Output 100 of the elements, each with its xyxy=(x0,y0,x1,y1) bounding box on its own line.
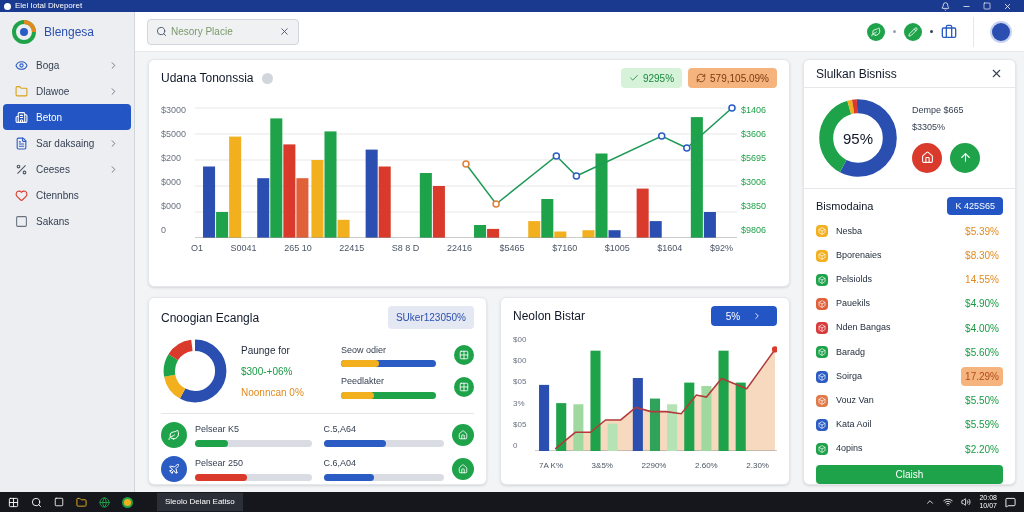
status-icon[interactable] xyxy=(452,424,474,446)
sidebar-item[interactable]: Ctennbns xyxy=(3,182,131,208)
sidebar-item[interactable]: Beton xyxy=(3,104,131,130)
percent-icon xyxy=(15,162,28,176)
axis-label: 0 xyxy=(161,224,167,238)
list-row[interactable]: Vouz Van $5.50% xyxy=(816,388,1003,413)
home-icon[interactable] xyxy=(912,142,942,173)
axis-label: $5000 xyxy=(161,128,188,142)
list-row[interactable]: Nesba $5.39% xyxy=(816,219,1003,244)
card-title: Udana Tononssia xyxy=(161,70,254,87)
task-view-icon[interactable] xyxy=(54,497,64,507)
metric-label: Pelsear 250 xyxy=(195,457,245,471)
card-title: Neolon Bistar xyxy=(513,308,586,325)
globe-icon[interactable] xyxy=(99,496,110,508)
list-row[interactable]: Pauekils $4.90% xyxy=(816,291,1003,317)
maximize-icon[interactable] xyxy=(983,1,991,10)
axis-label: 22416 xyxy=(446,242,472,255)
notifications-icon[interactable] xyxy=(1005,496,1016,508)
plane-icon[interactable] xyxy=(161,456,187,482)
notification-icon[interactable] xyxy=(941,1,950,11)
chart-bar xyxy=(573,404,584,451)
wifi-icon[interactable] xyxy=(943,497,954,507)
list-row[interactable]: Soirga 17.29% xyxy=(816,364,1003,389)
axis-label: $000 xyxy=(161,176,183,190)
chart-bar xyxy=(607,423,618,451)
axis-label: $7160 xyxy=(552,242,578,255)
list-row[interactable]: Baradg $5.60% xyxy=(816,340,1003,365)
leaf-icon[interactable] xyxy=(867,22,885,41)
search-icon xyxy=(156,26,167,37)
chart-bar xyxy=(667,404,678,451)
row-value: $4.00% xyxy=(964,321,1000,336)
app-name: Blengesa xyxy=(44,24,95,41)
list-row[interactable]: Pelsiolds 14.55% xyxy=(816,267,1003,292)
row-name: Nesba xyxy=(836,224,863,238)
document-icon xyxy=(15,136,28,150)
data-point xyxy=(552,152,561,160)
axis-label: 3% xyxy=(513,397,526,410)
amount: $3305% xyxy=(912,121,947,135)
axis-label: $00 xyxy=(513,355,528,368)
axis-label: 7A K% xyxy=(539,460,563,472)
chart-bar xyxy=(735,382,746,451)
data-point xyxy=(572,172,581,180)
volume-icon[interactable] xyxy=(961,497,972,507)
pencil-icon[interactable] xyxy=(904,22,922,41)
search-input[interactable]: Nesory Placie xyxy=(171,24,275,39)
panel-title: Slulkan Bisniss xyxy=(816,65,897,83)
taskbar-app[interactable]: Sleolo Deian Eatiso xyxy=(157,493,243,511)
row-name: Nden Bangas xyxy=(836,321,892,335)
axis-label: $3006 xyxy=(741,176,768,190)
list-row[interactable]: Bporenaies $8.30% xyxy=(816,243,1003,268)
filter-button[interactable]: K 425S65 xyxy=(947,197,1003,216)
row-name: Pauekils xyxy=(836,297,872,311)
building-icon xyxy=(15,110,28,124)
list-row[interactable]: 4opins $2.20% xyxy=(816,437,1003,462)
chart-icon[interactable] xyxy=(454,345,474,366)
avatar[interactable] xyxy=(990,20,1012,43)
status-icon[interactable] xyxy=(452,458,474,480)
row-value: $5.59% xyxy=(964,418,1000,433)
row-value: $8.30% xyxy=(964,249,1000,264)
sidebar-item[interactable]: Sakans xyxy=(3,208,131,234)
clear-icon[interactable] xyxy=(279,26,290,37)
summary-badge: SUker123050% xyxy=(387,306,474,329)
row-value: $5.39% xyxy=(964,224,1000,239)
sidebar-item[interactable]: Ceeses xyxy=(3,156,131,182)
row-value: 17.29% xyxy=(961,367,1003,386)
axis-label: 265 10 xyxy=(284,242,312,255)
row-value: $2.20% xyxy=(964,442,1000,457)
stat-badge: 579,105.09% xyxy=(688,68,777,88)
row-value: $4.90% xyxy=(964,297,1000,312)
sidebar-item[interactable]: Dlawoe xyxy=(3,78,131,104)
arrow-up-icon[interactable] xyxy=(950,142,980,173)
period-button[interactable]: 5% xyxy=(711,306,777,326)
tray-chevron-icon[interactable] xyxy=(925,497,936,507)
start-icon[interactable] xyxy=(8,496,19,508)
browser-icon[interactable] xyxy=(122,496,133,508)
data-point xyxy=(728,104,736,112)
donut-chart xyxy=(161,337,229,405)
briefcase-icon[interactable] xyxy=(941,23,957,40)
list-row[interactable]: Kata Aoil $5.59% xyxy=(816,412,1003,437)
sidebar-item[interactable]: Sar daksaing xyxy=(3,130,131,156)
axis-label: $3000 xyxy=(161,104,188,117)
close-icon[interactable] xyxy=(1003,1,1012,11)
legend-text: $300-+06% xyxy=(241,364,294,379)
search-icon[interactable] xyxy=(31,496,42,508)
chart-bar xyxy=(539,384,550,451)
axis-label: $9806 xyxy=(741,224,768,238)
axis-label: $1005 xyxy=(604,242,630,255)
folder-icon[interactable] xyxy=(76,496,87,508)
axis-label: 2.60% xyxy=(695,460,718,472)
list-row[interactable]: Nden Bangas $4.00% xyxy=(816,316,1003,341)
data-point xyxy=(462,160,470,168)
sidebar-item[interactable]: Boga xyxy=(3,52,131,78)
row-name: Kata Aoil xyxy=(836,418,873,432)
stat-badge: 9295% xyxy=(620,68,683,88)
axis-label: 0 xyxy=(513,439,519,452)
chart-bar xyxy=(649,398,661,451)
search-field[interactable]: Nesory Placie xyxy=(147,18,299,45)
chart-icon[interactable] xyxy=(454,376,474,397)
axis-label: $200 xyxy=(161,152,183,166)
leaf-icon[interactable] xyxy=(161,422,187,448)
